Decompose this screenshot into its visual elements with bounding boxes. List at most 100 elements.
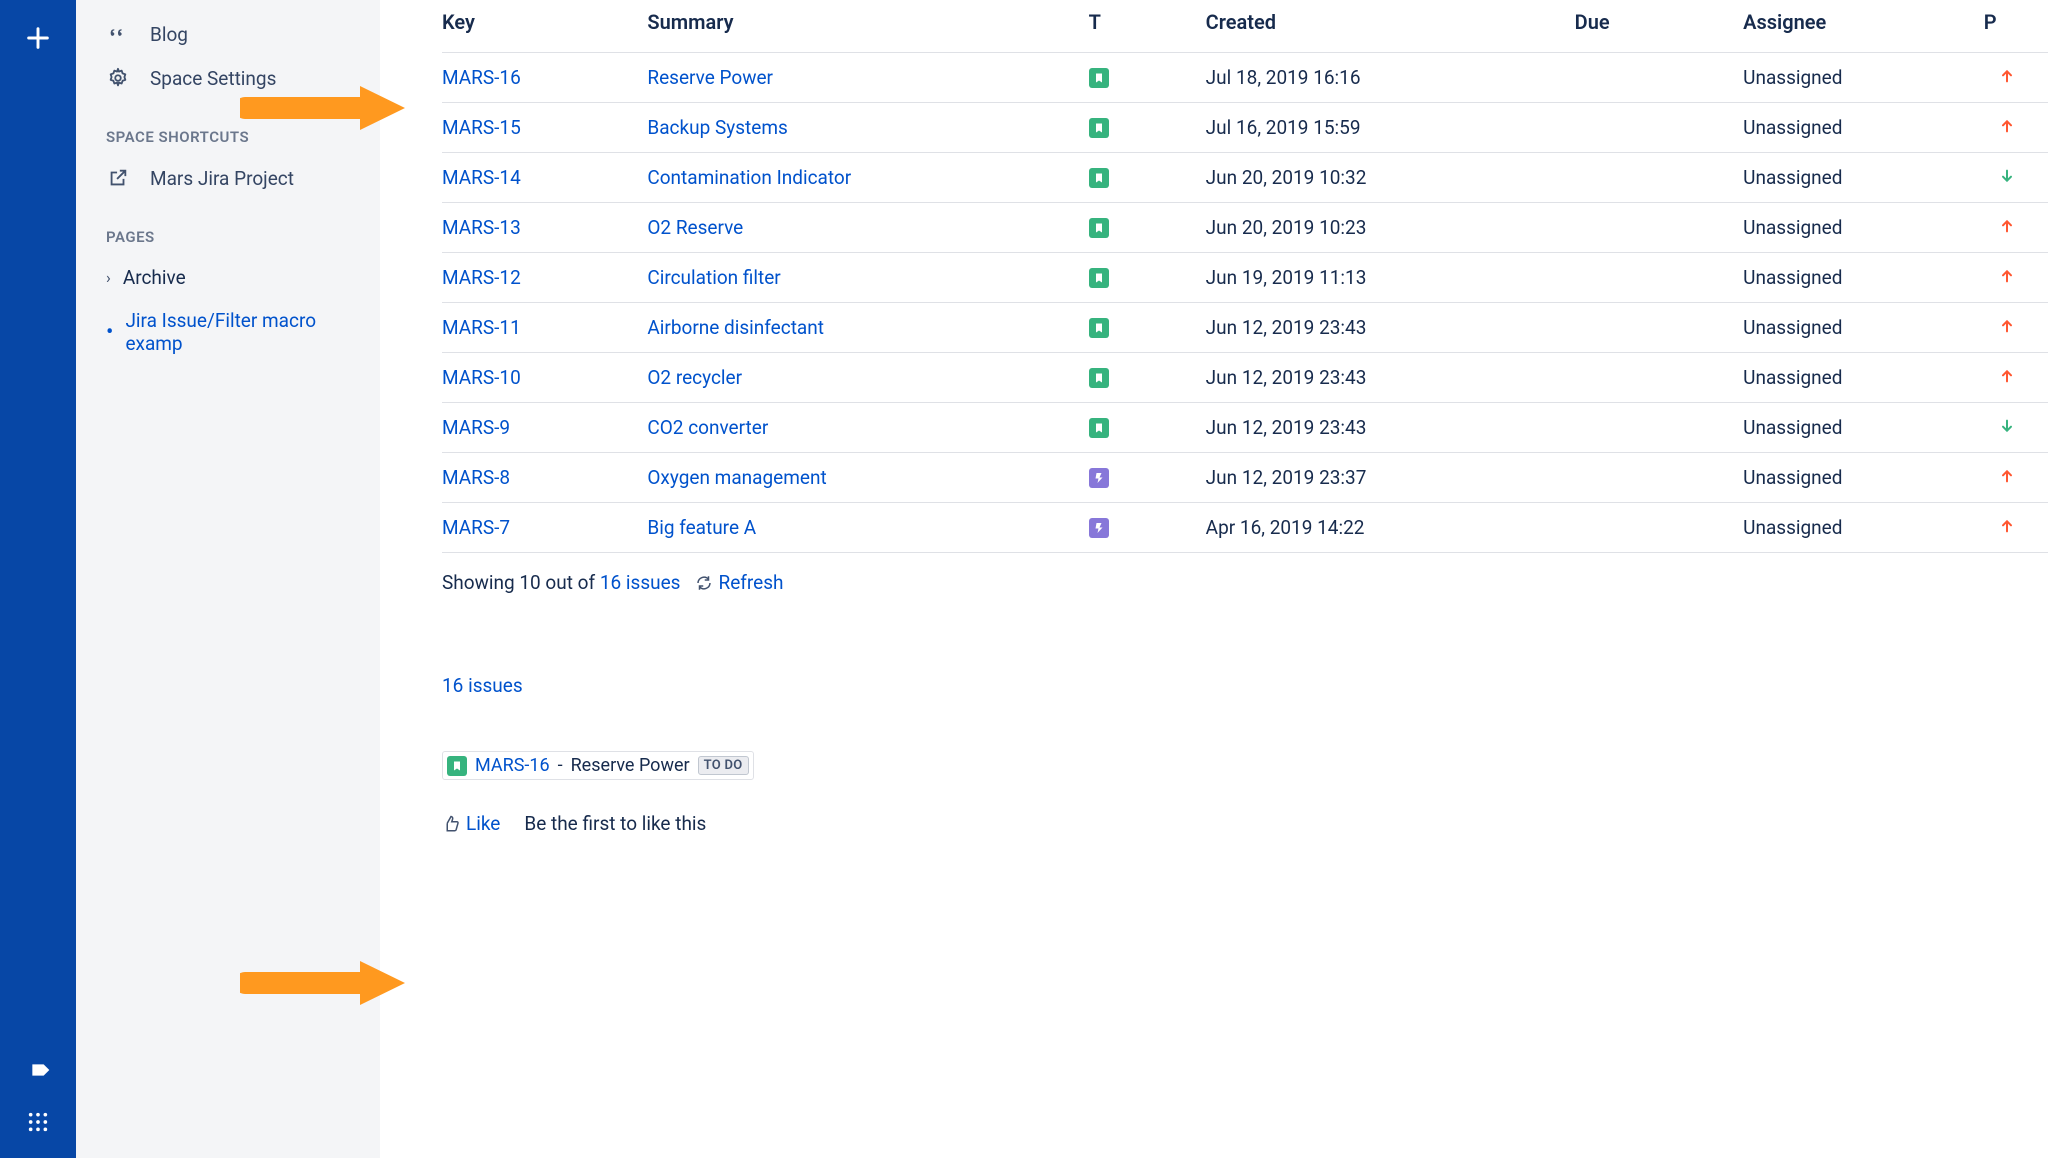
issue-summary-link[interactable]: O2 recycler: [647, 366, 742, 389]
sidebar-shortcuts-heading: SPACE SHORTCUTS: [76, 100, 380, 156]
external-link-icon: [106, 166, 130, 190]
story-icon: [1089, 118, 1109, 138]
showing-prefix: Showing 10 out of: [442, 571, 600, 594]
sidebar-page-current[interactable]: Jira Issue/Filter macro examp: [76, 299, 380, 365]
quote-icon: [106, 22, 130, 46]
create-button[interactable]: [18, 18, 58, 58]
issue-summary-link[interactable]: CO2 converter: [647, 416, 768, 439]
tag-icon: [26, 1058, 50, 1082]
single-issue-sep: -: [558, 755, 563, 776]
issue-key-link[interactable]: MARS-12: [442, 266, 521, 289]
issue-assignee: Unassigned: [1743, 303, 1984, 353]
issue-summary-link[interactable]: Backup Systems: [647, 116, 787, 139]
sidebar-shortcut-mars[interactable]: Mars Jira Project: [76, 156, 380, 200]
issue-assignee: Unassigned: [1743, 503, 1984, 553]
issue-due: [1575, 203, 1743, 253]
issue-created: Jun 19, 2019 11:13: [1206, 253, 1575, 303]
issue-created: Apr 16, 2019 14:22: [1206, 503, 1575, 553]
single-issue-pill[interactable]: MARS-16 - Reserve Power TO DO: [442, 751, 754, 780]
issue-summary-link[interactable]: Circulation filter: [647, 266, 780, 289]
single-issue-key[interactable]: MARS-16: [475, 755, 550, 776]
issue-assignee: Unassigned: [1743, 103, 1984, 153]
table-row: MARS-10 O2 recycler Jun 12, 2019 23:43 U…: [442, 353, 2048, 403]
issue-key-link[interactable]: MARS-14: [442, 166, 521, 189]
issues-count-link[interactable]: 16 issues: [600, 571, 681, 594]
epic-icon: [1089, 468, 1109, 488]
issue-assignee: Unassigned: [1743, 403, 1984, 453]
sidebar-blog-label: Blog: [150, 23, 188, 46]
th-created[interactable]: Created: [1206, 0, 1575, 53]
story-icon: [1089, 168, 1109, 188]
space-sidebar: Blog Space Settings SPACE SHORTCUTS Mars…: [76, 0, 380, 1158]
issue-created: Jul 16, 2019 15:59: [1206, 103, 1575, 153]
issue-key-link[interactable]: MARS-16: [442, 66, 521, 89]
table-row: MARS-7 Big feature A Apr 16, 2019 14:22 …: [442, 503, 2048, 553]
issue-due: [1575, 253, 1743, 303]
issue-key-link[interactable]: MARS-13: [442, 216, 521, 239]
sidebar-page-archive[interactable]: › Archive: [76, 256, 380, 299]
like-row: Like Be the first to like this: [442, 812, 2048, 835]
issue-key-link[interactable]: MARS-10: [442, 366, 521, 389]
issue-assignee: Unassigned: [1743, 353, 1984, 403]
issue-due: [1575, 503, 1743, 553]
issue-summary-link[interactable]: Big feature A: [647, 516, 756, 539]
priority-up-icon: [1999, 518, 2015, 534]
th-summary[interactable]: Summary: [647, 0, 1088, 53]
issue-created: Jul 18, 2019 16:16: [1206, 53, 1575, 103]
story-icon: [1089, 268, 1109, 288]
issue-due: [1575, 153, 1743, 203]
priority-up-icon: [1999, 218, 2015, 234]
story-icon: [1089, 418, 1109, 438]
app-switcher-button[interactable]: [27, 1111, 49, 1138]
issue-created: Jun 20, 2019 10:32: [1206, 153, 1575, 203]
issue-created: Jun 12, 2019 23:43: [1206, 303, 1575, 353]
global-nav-rail: [0, 0, 76, 1158]
th-due[interactable]: Due: [1575, 0, 1743, 53]
sidebar-item-blog[interactable]: Blog: [76, 12, 380, 56]
issue-assignee: Unassigned: [1743, 203, 1984, 253]
table-row: MARS-14 Contamination Indicator Jun 20, …: [442, 153, 2048, 203]
th-type[interactable]: T: [1089, 0, 1206, 53]
refresh-link[interactable]: Refresh: [695, 571, 784, 594]
issue-key-link[interactable]: MARS-7: [442, 516, 510, 539]
sidebar-item-settings[interactable]: Space Settings: [76, 56, 380, 100]
th-key[interactable]: Key: [442, 0, 647, 53]
issue-created: Jun 20, 2019 10:23: [1206, 203, 1575, 253]
th-priority[interactable]: P: [1984, 0, 2048, 53]
sidebar-shortcut-label: Mars Jira Project: [150, 167, 294, 190]
issue-assignee: Unassigned: [1743, 153, 1984, 203]
like-button[interactable]: Like: [442, 812, 500, 835]
like-prompt: Be the first to like this: [524, 812, 706, 835]
issue-due: [1575, 103, 1743, 153]
issue-assignee: Unassigned: [1743, 453, 1984, 503]
sidebar-archive-label: Archive: [123, 266, 186, 289]
epic-icon: [1089, 518, 1109, 538]
notifications-button[interactable]: [26, 1058, 50, 1087]
issue-key-link[interactable]: MARS-11: [442, 316, 521, 339]
issue-summary-link[interactable]: Airborne disinfectant: [647, 316, 824, 339]
refresh-label: Refresh: [719, 571, 784, 594]
issue-key-link[interactable]: MARS-15: [442, 116, 521, 139]
issue-created: Jun 12, 2019 23:43: [1206, 403, 1575, 453]
jira-issues-table: Key Summary T Created Due Assignee P MAR…: [442, 0, 2048, 553]
issue-summary-link[interactable]: Reserve Power: [647, 66, 773, 89]
priority-up-icon: [1999, 268, 2015, 284]
issues-summary-count[interactable]: 16 issues: [442, 674, 2048, 697]
issue-summary-link[interactable]: Contamination Indicator: [647, 166, 851, 189]
th-assignee[interactable]: Assignee: [1743, 0, 1984, 53]
issue-created: Jun 12, 2019 23:43: [1206, 353, 1575, 403]
issue-assignee: Unassigned: [1743, 253, 1984, 303]
issue-key-link[interactable]: MARS-8: [442, 466, 510, 489]
issue-summary-link[interactable]: O2 Reserve: [647, 216, 743, 239]
story-icon: [1089, 68, 1109, 88]
issue-due: [1575, 403, 1743, 453]
table-row: MARS-11 Airborne disinfectant Jun 12, 20…: [442, 303, 2048, 353]
like-label: Like: [466, 812, 500, 835]
issue-key-link[interactable]: MARS-9: [442, 416, 510, 439]
priority-up-icon: [1999, 68, 2015, 84]
priority-up-icon: [1999, 318, 2015, 334]
table-row: MARS-15 Backup Systems Jul 16, 2019 15:5…: [442, 103, 2048, 153]
chevron-right-icon: ›: [106, 268, 111, 287]
issue-summary-link[interactable]: Oxygen management: [647, 466, 826, 489]
table-row: MARS-8 Oxygen management Jun 12, 2019 23…: [442, 453, 2048, 503]
